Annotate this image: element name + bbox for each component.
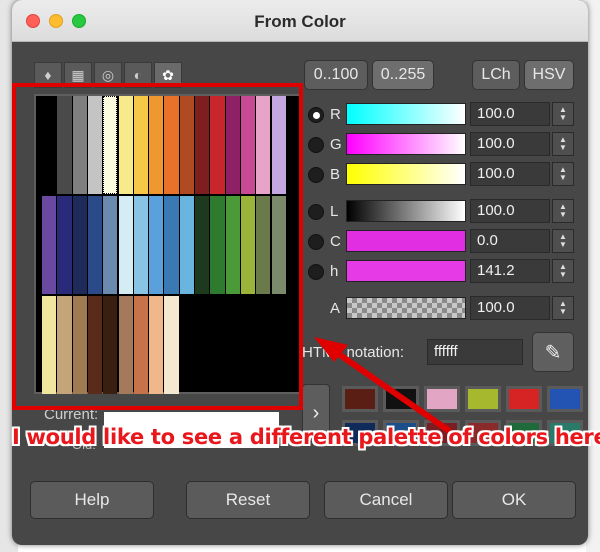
channel-spinner-g[interactable]: ▲ ▼: [552, 132, 574, 156]
channel-radio-h[interactable]: [308, 264, 324, 280]
history-swatch[interactable]: [547, 386, 583, 412]
cancel-button[interactable]: Cancel: [324, 481, 448, 519]
channel-spinner-b[interactable]: ▲ ▼: [552, 162, 574, 186]
title-bar: From Color: [12, 0, 588, 42]
window-title: From Color: [254, 12, 346, 31]
channel-label-b: B: [330, 166, 341, 183]
channel-radio-g[interactable]: [308, 137, 324, 153]
channel-slider-r[interactable]: [346, 103, 466, 125]
channel-radio-r[interactable]: [308, 107, 324, 123]
channel-radio-l[interactable]: [308, 204, 324, 220]
channel-spinner-l[interactable]: ▲ ▼: [552, 199, 574, 223]
channel-value-c[interactable]: 0.0: [470, 229, 550, 253]
channel-label-a: A: [330, 300, 341, 317]
html-notation-input[interactable]: ffffff: [427, 339, 523, 365]
lch-button[interactable]: LCh: [472, 60, 520, 90]
annotation-text: I would like to see a different palette …: [12, 425, 600, 449]
channel-slider-h[interactable]: [346, 260, 466, 282]
channel-value-a[interactable]: 100.0: [470, 296, 550, 320]
history-swatch[interactable]: [465, 386, 501, 412]
channel-value-h[interactable]: 141.2: [470, 259, 550, 283]
channel-label-c: C: [330, 233, 341, 250]
channel-value-b[interactable]: 100.0: [470, 162, 550, 186]
channel-label-h: h: [330, 263, 339, 280]
range-0-255-button[interactable]: 0..255: [372, 60, 434, 90]
range-0-100-button[interactable]: 0..100: [304, 60, 368, 90]
channel-value-r[interactable]: 100.0: [470, 102, 550, 126]
channel-slider-l[interactable]: [346, 200, 466, 222]
eyedropper-icon: ✎: [544, 341, 562, 364]
reset-button[interactable]: Reset: [186, 481, 310, 519]
cmyk-icon: ▦: [71, 66, 85, 83]
channel-spinner-c[interactable]: ▲ ▼: [552, 229, 574, 253]
color-picker-button[interactable]: ✎: [532, 332, 574, 372]
channel-label-r: R: [330, 106, 341, 123]
channel-radio-c[interactable]: [308, 234, 324, 250]
history-swatch[interactable]: [424, 386, 460, 412]
ok-button[interactable]: OK: [452, 481, 576, 519]
gimp-icon: ♦: [44, 67, 52, 83]
hsv-button[interactable]: HSV: [524, 60, 574, 90]
chevron-right-icon: ›: [312, 401, 320, 424]
background-app-right: [586, 0, 600, 552]
channel-spinner-r[interactable]: ▲ ▼: [552, 102, 574, 126]
channel-label-g: G: [330, 136, 342, 153]
history-swatch[interactable]: [506, 386, 542, 412]
watercolor-icon: ◎: [101, 66, 115, 83]
channel-radio-b[interactable]: [308, 167, 324, 183]
help-button[interactable]: Help: [30, 481, 154, 519]
history-swatch[interactable]: [342, 386, 378, 412]
channel-slider-a[interactable]: [346, 297, 466, 319]
html-notation-label: HTML notation:: [302, 344, 404, 361]
channel-value-l[interactable]: 100.0: [470, 199, 550, 223]
channel-spinner-a[interactable]: ▲ ▼: [552, 296, 574, 320]
channel-slider-g[interactable]: [346, 133, 466, 155]
channel-label-l: L: [330, 203, 339, 220]
history-swatch[interactable]: [383, 386, 419, 412]
annotation-highlight-box: [12, 83, 303, 410]
palette-icon: ✿: [162, 66, 174, 83]
channel-slider-c[interactable]: [346, 230, 466, 252]
channel-slider-b[interactable]: [346, 163, 466, 185]
wheel-icon: ◐: [133, 67, 143, 83]
channel-spinner-h[interactable]: ▲ ▼: [552, 259, 574, 283]
channel-value-g[interactable]: 100.0: [470, 132, 550, 156]
